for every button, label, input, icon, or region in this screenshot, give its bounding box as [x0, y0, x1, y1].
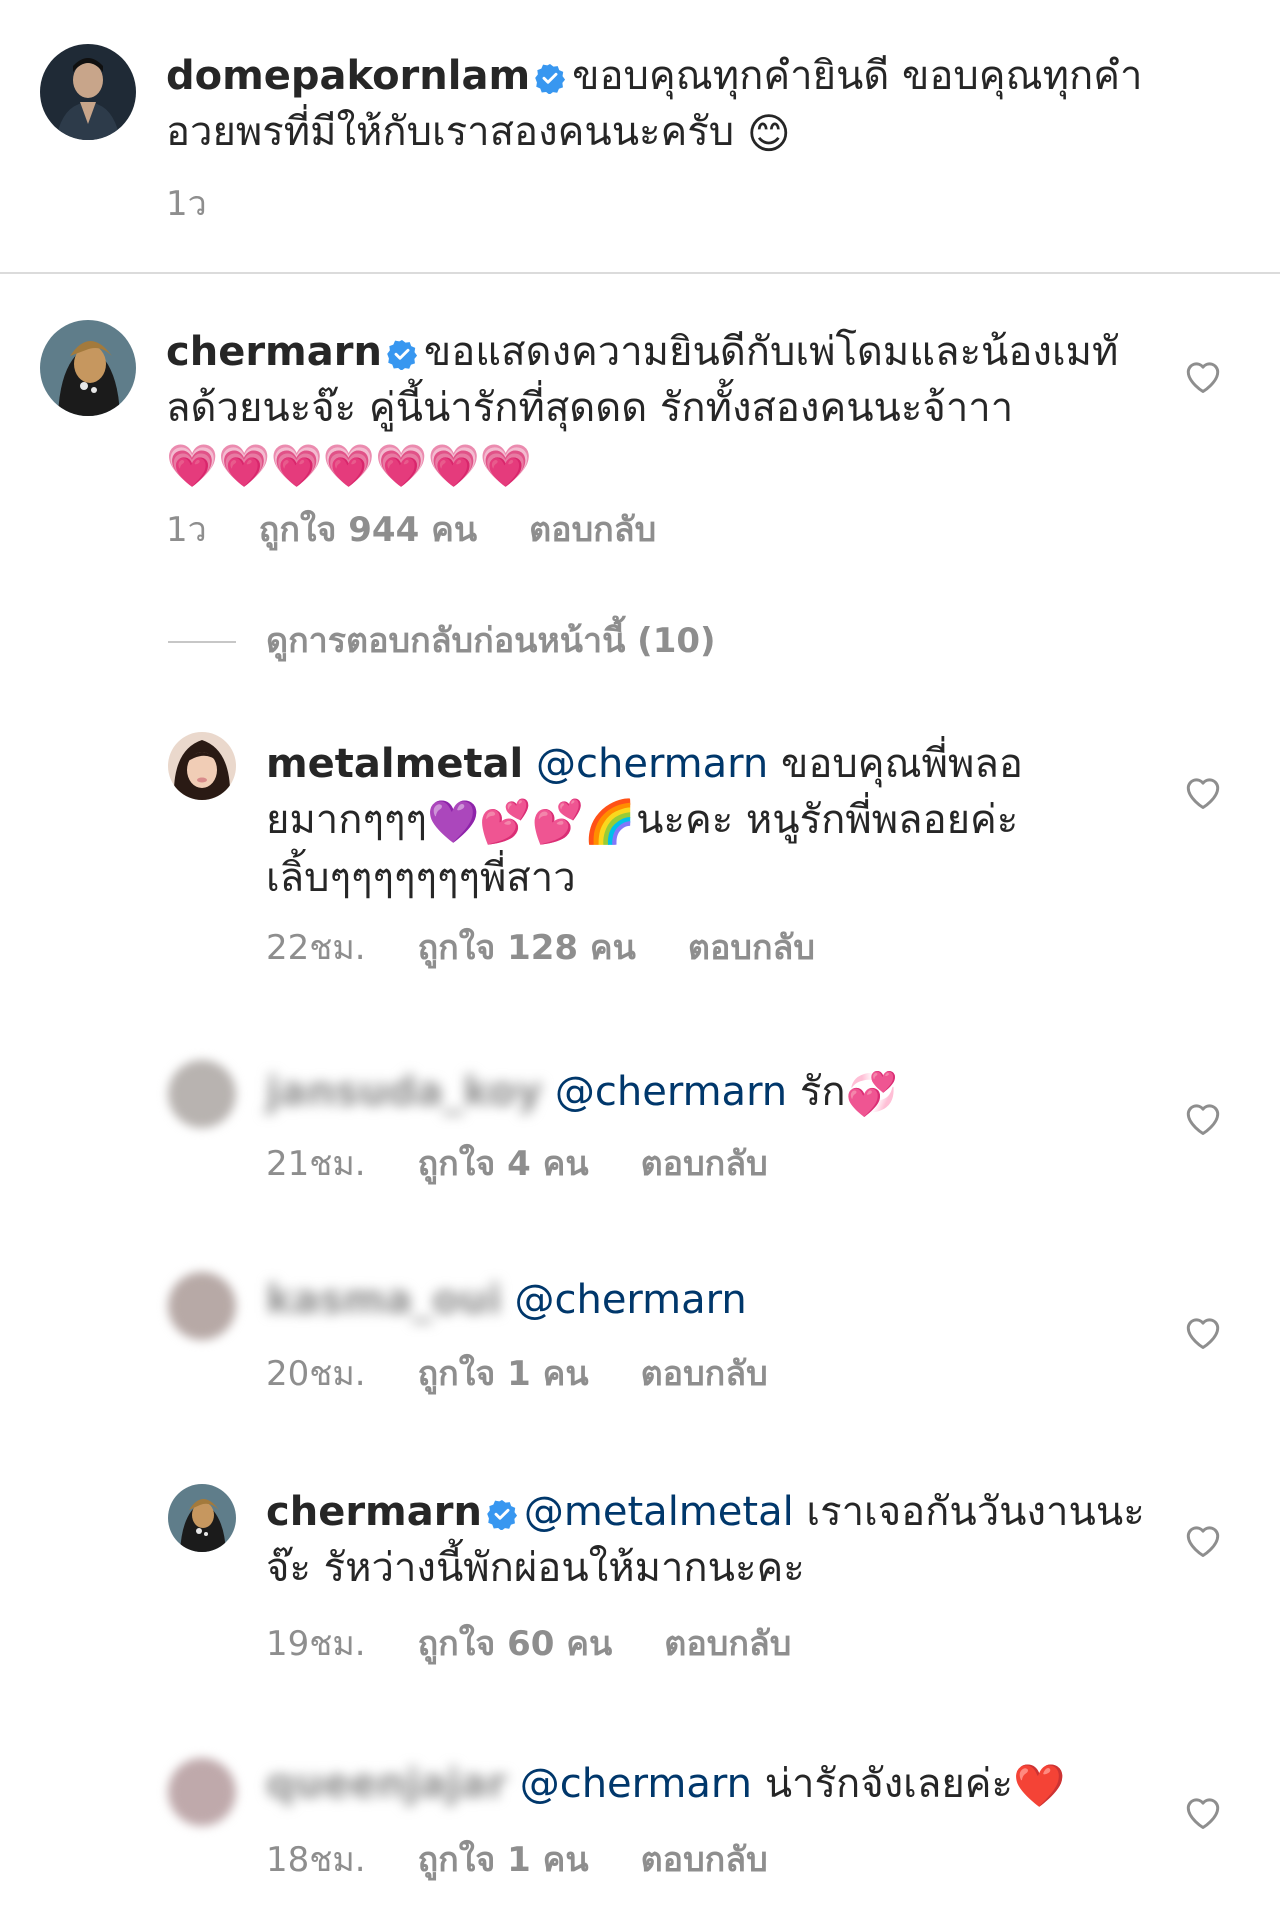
reply-meta: 21ชม. ถูกใจ 4 คน ตอบกลับ	[266, 1142, 820, 1186]
smile-emoji-icon: 😊	[746, 109, 791, 158]
comment-meta: 1ว	[166, 182, 259, 226]
reply-time: 22ชม.	[266, 928, 366, 968]
avatar-blurred[interactable]	[168, 1758, 236, 1826]
like-heart-icon[interactable]	[1183, 358, 1223, 394]
reply-username[interactable]: kasma_oui	[266, 1277, 502, 1323]
reply-button[interactable]: ตอบกลับ	[688, 928, 815, 968]
comment-time: 1ว	[166, 184, 207, 224]
like-heart-icon[interactable]	[1183, 774, 1223, 810]
like-count[interactable]: ถูกใจ 4 คน	[418, 1144, 589, 1184]
comment-body: domepakornlam ขอบคุณทุกคำยินดี ขอบคุณทุกค…	[166, 48, 1236, 162]
reply-body: jansuda_koy @chermarn รัก💞	[266, 1064, 1166, 1122]
avatar-chermarn[interactable]	[168, 1484, 236, 1552]
reply-username[interactable]: metalmetal	[266, 741, 523, 787]
like-heart-icon[interactable]	[1183, 1100, 1223, 1136]
reply-button[interactable]: ตอบกลับ	[641, 1144, 768, 1184]
like-heart-icon[interactable]	[1183, 1314, 1223, 1350]
reply-button[interactable]: ตอบกลับ	[641, 1840, 768, 1880]
like-count[interactable]: ถูกใจ 128 คน	[418, 928, 636, 968]
reply-username[interactable]: queenjajar	[266, 1761, 507, 1807]
divider	[0, 272, 1280, 274]
reply-meta: 20ชม. ถูกใจ 1 คน ตอบกลับ	[266, 1352, 820, 1396]
reply-body: queenjajar @chermarn น่ารักจังเลยค่ะ❤️	[266, 1756, 1166, 1814]
reply-username[interactable]: jansuda_koy	[266, 1069, 542, 1115]
reply-meta: 19ชม. ถูกใจ 60 คน ตอบกลับ	[266, 1622, 843, 1666]
like-count[interactable]: ถูกใจ 1 คน	[418, 1354, 589, 1394]
comment-time: 1ว	[166, 510, 207, 550]
verified-badge-icon	[486, 1498, 518, 1530]
heart-emoji-row: 💗💗💗💗💗💗💗	[166, 441, 533, 490]
heart-emoji-icon: 💞	[845, 1069, 898, 1118]
emoji-group: 💜💕💕🌈	[426, 797, 637, 846]
mention-link[interactable]: @chermarn	[520, 1761, 752, 1807]
view-replies-line	[168, 641, 236, 643]
comment-body: chermarn ขอแสดงความยินดีกับเพ่โดมและน้องเ…	[166, 324, 1156, 494]
mention-link[interactable]: @chermarn	[514, 1277, 746, 1323]
avatar-metalmetal[interactable]	[168, 732, 236, 800]
reply-time: 21ชม.	[266, 1144, 366, 1184]
avatar-blurred[interactable]	[168, 1272, 236, 1340]
mention-link[interactable]: @chermarn	[555, 1069, 787, 1115]
comment-meta: 1ว ถูกใจ 944 คน ตอบกลับ	[166, 508, 708, 552]
reply-body: chermarn @metalmetal เราเจอกันวันงานนะจ๊ะ…	[266, 1484, 1166, 1596]
reply-time: 20ชม.	[266, 1354, 366, 1394]
reply-time: 18ชม.	[266, 1840, 366, 1880]
like-heart-icon[interactable]	[1183, 1794, 1223, 1830]
comment-username[interactable]: chermarn	[166, 329, 382, 375]
reply-body: metalmetal @chermarn ขอบคุณพี่พลอยมากๆๆๆ…	[266, 736, 1166, 906]
reply-text: น่ารักจังเลยค่ะ	[764, 1761, 1014, 1807]
reply-meta: 22ชม. ถูกใจ 128 คน ตอบกลับ	[266, 926, 867, 970]
like-count[interactable]: ถูกใจ 60 คน	[418, 1624, 613, 1664]
reply-meta: 18ชม. ถูกใจ 1 คน ตอบกลับ	[266, 1838, 820, 1882]
reply-text: รัก	[799, 1069, 846, 1115]
avatar-blurred[interactable]	[168, 1060, 236, 1128]
reply-time: 19ชม.	[266, 1624, 366, 1664]
like-count[interactable]: ถูกใจ 944 คน	[259, 510, 477, 550]
verified-badge-icon	[386, 338, 418, 370]
like-count[interactable]: ถูกใจ 1 คน	[418, 1840, 589, 1880]
mention-link[interactable]: @metalmetal	[524, 1489, 794, 1535]
reply-username[interactable]: chermarn	[266, 1489, 482, 1535]
avatar-chermarn[interactable]	[40, 320, 136, 416]
reply-button[interactable]: ตอบกลับ	[641, 1354, 768, 1394]
verified-badge-icon	[534, 62, 566, 94]
avatar-domepakornlam[interactable]	[40, 44, 136, 140]
mention-link[interactable]: @chermarn	[536, 741, 768, 787]
red-heart-emoji-icon: ❤️	[1013, 1761, 1066, 1810]
view-previous-replies[interactable]: ดูการตอบกลับก่อนหน้านี้ (10)	[266, 619, 716, 663]
like-heart-icon[interactable]	[1183, 1522, 1223, 1558]
reply-body: kasma_oui @chermarn	[266, 1272, 1166, 1328]
comment-username[interactable]: domepakornlam	[166, 53, 530, 99]
reply-button[interactable]: ตอบกลับ	[664, 1624, 791, 1664]
reply-button[interactable]: ตอบกลับ	[529, 510, 656, 550]
